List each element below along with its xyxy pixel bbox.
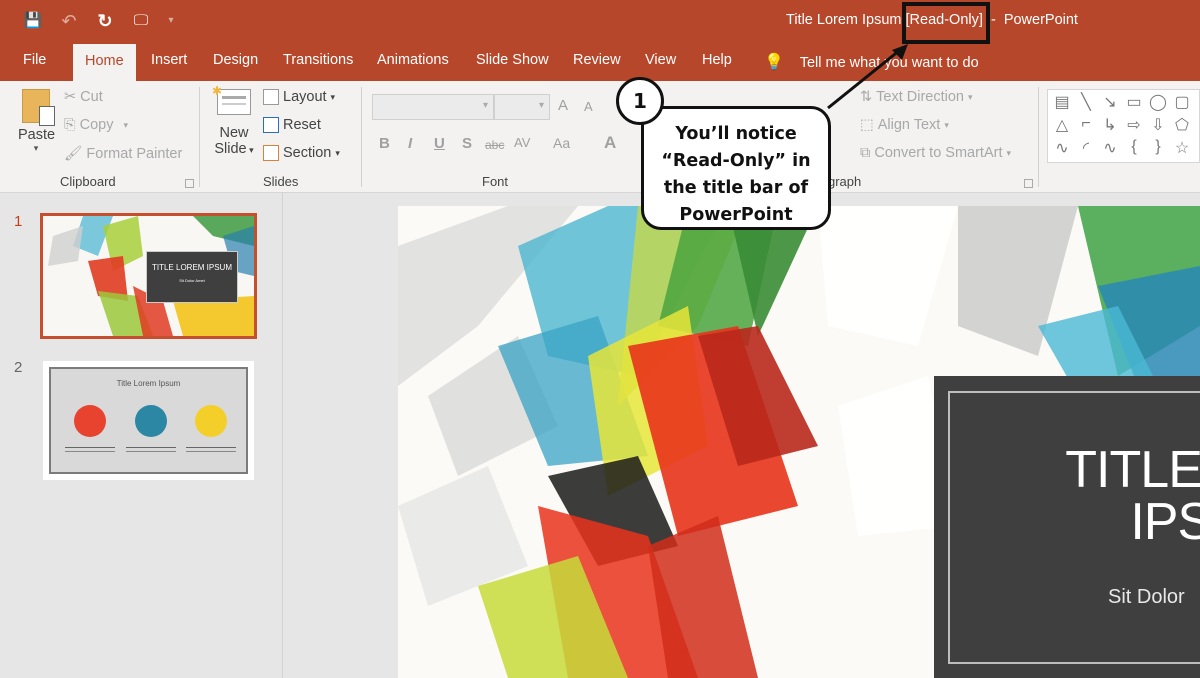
callout-line-2: “Read-Only” in <box>661 151 811 171</box>
annotation-arrow <box>827 44 908 110</box>
annotation-step-badge: 1 <box>616 77 664 125</box>
callout-line-3: the title bar of <box>663 178 809 198</box>
powerpoint-window: 💾 ↶ ↻ 🖵 ▾ Title Lorem Ipsum [Read-Only] … <box>0 0 1200 678</box>
callout-line-1: You’ll notice <box>675 124 797 144</box>
annotation-callout: You’ll notice “Read-Only” in the title b… <box>641 106 831 230</box>
callout-line-4: PowerPoint <box>679 205 793 225</box>
